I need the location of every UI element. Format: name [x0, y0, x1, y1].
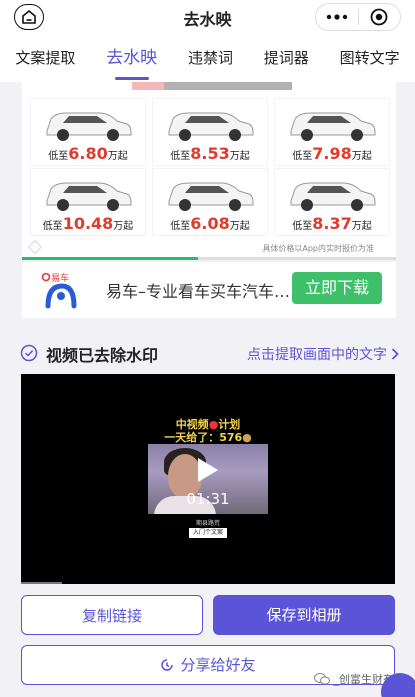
suv-icon [168, 182, 254, 211]
car-card: 低至6.08万起 [152, 168, 268, 236]
suv-icon [46, 182, 132, 211]
price-label: 低至8.53万起 [170, 144, 250, 163]
video-duration: 01:31 [186, 490, 230, 508]
car-card: 低至8.37万起 [274, 168, 390, 236]
copy-link-button[interactable]: 复制链接 [21, 595, 203, 635]
play-icon[interactable] [196, 456, 220, 484]
wechat-icon [313, 673, 330, 685]
car-price-grid: 低至6.80万起 低至8.53万起 低至7.98万起 低至10.48万起 低至6… [30, 98, 390, 236]
extract-text-link[interactable]: 点击提取画面中的文字 [247, 344, 399, 364]
save-to-album-button[interactable]: 保存到相册 [213, 595, 395, 635]
top-bar: 去水映 [0, 0, 415, 36]
tab-teleprompter[interactable]: 提词器 [248, 36, 324, 82]
suv-icon [290, 182, 376, 211]
mini-program-capsule [315, 3, 401, 31]
video-tag: 入门个文案 [189, 528, 227, 538]
more-button[interactable] [316, 4, 358, 30]
check-circle-icon [20, 344, 38, 362]
tab-watermark-remove[interactable]: 去水映 [91, 36, 173, 82]
yiche-logo-icon: 易车 [41, 272, 77, 309]
car-card: 低至6.80万起 [30, 98, 146, 166]
section-title: 视频已去除水印 [46, 346, 159, 365]
share-button-label: 分享给好友 [180, 656, 256, 674]
ad-diamond-icon [27, 239, 43, 255]
tab-bar: 文案提取 去水映 违禁词 提词器 图转文字 [0, 36, 415, 82]
car-card: 低至10.48万起 [30, 168, 146, 236]
video-progress-bar [21, 582, 63, 584]
car-card: 低至7.98万起 [274, 98, 390, 166]
banner-text: 易车–专业看车买车汽车… [106, 282, 291, 301]
suv-icon [46, 112, 132, 141]
price-label: 低至8.37万起 [292, 214, 372, 233]
price-label: 低至6.80万起 [48, 144, 128, 163]
download-button[interactable]: 立即下载 [292, 272, 382, 304]
ad-footnote: 具体价格以App内实时报价为准 [262, 244, 374, 253]
extract-text-link-label: 点击提取画面中的文字 [247, 347, 387, 363]
ad-image[interactable]: 低至6.80万起 低至8.53万起 低至7.98万起 低至10.48万起 低至6… [22, 82, 396, 260]
tab-banned-words[interactable]: 违禁词 [173, 36, 249, 82]
suv-icon [168, 112, 254, 141]
chevron-right-icon [391, 348, 399, 360]
suv-icon [290, 112, 376, 141]
tab-image-to-text[interactable]: 图转文字 [324, 36, 415, 82]
result-section-header: 视频已去除水印 点击提取画面中的文字 [0, 336, 415, 370]
car-card: 低至8.53万起 [152, 98, 268, 166]
price-label: 低至10.48万起 [42, 214, 134, 233]
target-close-icon [371, 8, 388, 26]
video-headline: 中视频●计划 一天给了：576● [164, 418, 252, 444]
ad-progress-bar [22, 257, 198, 260]
video-subtitle: 期县路荒 [195, 520, 220, 527]
svg-text:易车: 易车 [51, 272, 69, 284]
video-player[interactable]: 中视频●计划 一天给了：576● 01:31 期县路荒 入门个文案 [21, 374, 395, 584]
close-button[interactable] [359, 4, 400, 30]
tab-text-extract[interactable]: 文案提取 [0, 36, 91, 82]
price-label: 低至7.98万起 [292, 144, 372, 163]
price-label: 低至6.08万起 [170, 214, 250, 233]
share-icon [161, 659, 174, 671]
more-dots-icon [326, 14, 348, 20]
app-download-banner[interactable]: 易车 易车–专业看车买车汽车… 立即下载 [22, 262, 396, 318]
